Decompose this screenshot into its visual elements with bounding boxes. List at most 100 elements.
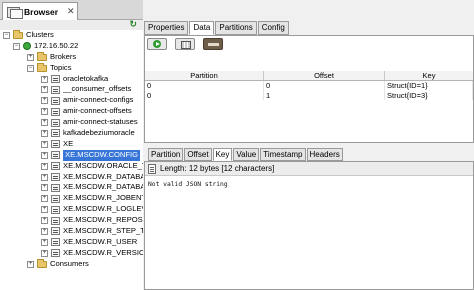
tree-item-topic[interactable]: + XE.MSCDW.R_REPOSIT: [0, 215, 143, 226]
tree-item-clusters[interactable]: − Clusters: [0, 30, 143, 41]
tree-item-label: oracletokafka: [63, 73, 109, 83]
expand-icon[interactable]: +: [41, 151, 48, 159]
edit-button[interactable]: [203, 38, 223, 50]
topic-icon: [51, 227, 60, 236]
tree-item-topic[interactable]: + XE.MSCDW.ORACLE_TC: [0, 161, 143, 172]
tree-item-label: Consumers: [50, 258, 89, 268]
tree-item-topics[interactable]: − Topics: [0, 62, 143, 74]
tree-item-topic[interactable]: + XE.MSCDW.R_DATABAS: [0, 182, 143, 193]
expand-icon[interactable]: +: [41, 238, 48, 246]
expand-icon[interactable]: +: [41, 206, 48, 214]
collapse-icon[interactable]: −: [27, 64, 34, 72]
tree-item-topic[interactable]: + XE: [0, 139, 143, 150]
detail-pane: Length: 12 bytes [12 characters] Not val…: [144, 161, 474, 290]
header-offset[interactable]: Offset: [264, 71, 385, 80]
tree-item-brokers[interactable]: + Brokers: [0, 51, 143, 63]
document-icon: [148, 163, 156, 174]
refresh-icon[interactable]: ↻: [129, 19, 137, 30]
tree-item-label: XE.MSCDW.R_JOBENT: [63, 193, 143, 203]
browser-tab[interactable]: Browser ✕: [2, 2, 78, 20]
browser-toolbar: ↻: [0, 19, 143, 30]
expand-icon[interactable]: +: [41, 184, 48, 192]
tree-item-topic[interactable]: + oracletokafka: [0, 74, 143, 85]
topic-icon: [51, 151, 60, 160]
tab-offset[interactable]: Offset: [184, 148, 212, 161]
topic-icon: [51, 75, 60, 83]
detail-content[interactable]: Not valid JSON string: [148, 181, 228, 188]
expand-icon[interactable]: +: [41, 119, 48, 127]
expand-icon[interactable]: +: [41, 108, 48, 116]
tree-item-consumers[interactable]: + Consumers: [0, 258, 143, 270]
tree-item-topic-selected[interactable]: + XE.MSCDW.CONFIG: [0, 149, 143, 161]
expand-icon[interactable]: +: [41, 227, 48, 235]
topic-icon: [51, 107, 60, 116]
topic-icon: [51, 216, 60, 225]
run-button[interactable]: [147, 38, 167, 50]
expand-icon[interactable]: +: [41, 217, 48, 225]
tree-item-topic[interactable]: + XE.MSCDW.R_USER: [0, 237, 143, 248]
expand-icon[interactable]: +: [41, 86, 48, 94]
server-icon: [23, 42, 31, 51]
tree-item-server[interactable]: − 172.16.50.22: [0, 41, 143, 52]
length-info-bar: Length: 12 bytes [12 characters]: [145, 162, 473, 176]
tree-item-label: XE: [63, 138, 74, 148]
expand-icon[interactable]: +: [41, 140, 48, 148]
tab-data[interactable]: Data: [189, 21, 215, 35]
tree-item-topic[interactable]: + kafkadebeziumoracle: [0, 128, 143, 139]
tree-item-topic[interactable]: + XE.MSCDW.R_LOGLEVE: [0, 204, 143, 215]
expand-icon[interactable]: +: [41, 129, 48, 137]
tree-item-label: XE.MSCDW.R_DATABAS: [63, 182, 143, 192]
header-partition[interactable]: Partition: [145, 71, 264, 80]
folder-icon: [13, 30, 23, 39]
tree-item-topic[interactable]: + amir-connect-statuses: [0, 117, 143, 128]
expand-icon[interactable]: +: [27, 53, 34, 61]
expand-icon[interactable]: +: [41, 195, 48, 203]
tree-item-label: 172.16.50.22: [34, 40, 79, 50]
folder-icon: [37, 62, 47, 72]
tab-key[interactable]: Key: [212, 148, 233, 161]
tab-partition[interactable]: Partition: [148, 148, 184, 161]
tree-item-label: Brokers: [50, 51, 77, 61]
table-row[interactable]: 0 1 Struct{ID=3}: [145, 90, 473, 100]
tab-timestamp[interactable]: Timestamp: [260, 148, 306, 161]
tree-item-topic[interactable]: + XE.MSCDW.R_JOBENT: [0, 193, 143, 204]
topic-content-panel: Properties Data Partitions Config Partit…: [144, 18, 474, 290]
tab-config[interactable]: Config: [257, 21, 289, 35]
tree-item-topic[interactable]: + XE.MSCDW.R_STEP_TYI: [0, 226, 143, 237]
collapse-icon[interactable]: −: [13, 42, 20, 50]
tree-item-topic[interactable]: + amir-connect-offsets: [0, 106, 143, 117]
tab-headers[interactable]: Headers: [306, 148, 343, 161]
tree-item-topic[interactable]: + XE.MSCDW.R_VERSION: [0, 248, 143, 259]
tree-item-label: XE.MSCDW.R_LOGLEVE: [63, 204, 143, 214]
close-icon[interactable]: ✕: [67, 6, 75, 17]
top-tabs: Properties Data Partitions Config: [144, 21, 290, 35]
tree-item-label: XE.MSCDW.CONFIG: [63, 149, 140, 161]
topic-icon: [51, 140, 60, 149]
topic-icon: [51, 162, 60, 171]
expand-icon[interactable]: +: [41, 173, 48, 181]
data-toolbar: [147, 38, 223, 52]
window-icon: [7, 6, 23, 19]
table-row[interactable]: 0 0 Struct{ID=1}: [145, 81, 473, 91]
tree-item-topic[interactable]: + __consumer_offsets: [0, 84, 143, 95]
expand-icon[interactable]: +: [27, 260, 34, 268]
collapse-icon[interactable]: −: [3, 31, 10, 39]
expand-icon[interactable]: +: [41, 75, 48, 83]
topic-icon: [51, 129, 60, 138]
tab-value[interactable]: Value: [233, 148, 260, 161]
header-key[interactable]: Key: [385, 71, 473, 80]
browser-tabbar: Browser ✕: [0, 0, 143, 20]
browser-panel: Browser ✕ ↻ − Clusters − 172.16.50.22 + …: [0, 0, 143, 290]
tab-partitions[interactable]: Partitions: [215, 21, 257, 35]
tree-item-label: XE.MSCDW.ORACLE_TC: [63, 160, 143, 170]
browser-tab-label: Browser: [24, 6, 59, 17]
table-view-button[interactable]: [175, 38, 195, 50]
tree-item-topic[interactable]: + amir-connect-configs: [0, 95, 143, 106]
topic-icon: [51, 194, 60, 203]
tree-item-label: __consumer_offsets: [63, 84, 132, 94]
expand-icon[interactable]: +: [41, 97, 48, 105]
expand-icon[interactable]: +: [41, 249, 48, 257]
tree-item-topic[interactable]: + XE.MSCDW.R_DATABAS: [0, 172, 143, 183]
tab-properties[interactable]: Properties: [144, 21, 189, 35]
expand-icon[interactable]: +: [41, 162, 48, 170]
